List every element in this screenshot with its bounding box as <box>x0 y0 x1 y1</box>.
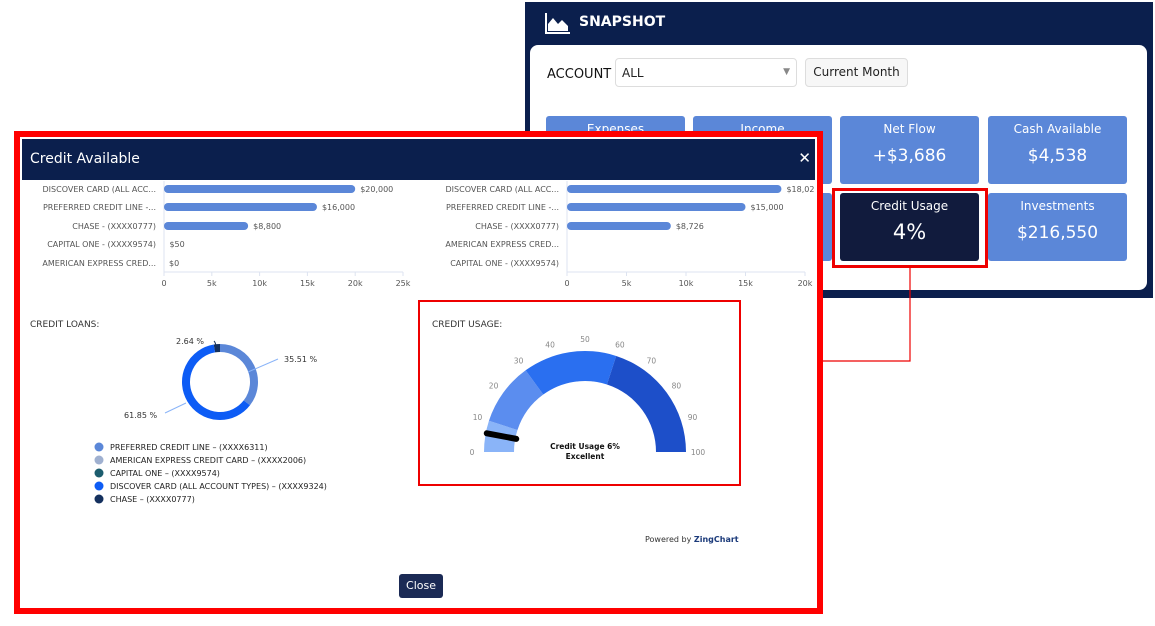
bar-value-label: $8,800 <box>253 222 281 231</box>
legend-marker <box>94 442 104 452</box>
legend-marker <box>94 481 104 491</box>
donut-slice <box>219 344 258 406</box>
x-tick-label: 5k <box>622 279 632 288</box>
bar <box>164 222 249 230</box>
legend-marker <box>94 494 104 504</box>
bar-value-label: $18,02 <box>786 185 814 194</box>
x-tick-label: 0 <box>564 279 569 288</box>
legend-item: AMERICAN EXPRESS CREDIT CARD – (XXXX2006… <box>110 456 306 465</box>
credit-usage-highlight-box <box>418 300 741 486</box>
bar <box>164 185 356 193</box>
credit-limit-bar-chart: DISCOVER CARD (ALL ACC... $20,000 PREFERRE… <box>42 181 411 288</box>
bar <box>567 203 746 211</box>
legend-marker <box>94 455 104 465</box>
x-tick-label: 25k <box>396 279 411 288</box>
bar-category-label: CAPITAL ONE - (XXXX9574) <box>450 259 559 268</box>
bar-category-label: CHASE - (XXXX0777) <box>475 222 559 231</box>
bar <box>567 222 671 230</box>
legend-item: CAPITAL ONE – (XXXX9574) <box>110 469 220 478</box>
credit-loans-title: CREDIT LOANS: <box>30 320 99 330</box>
x-tick-label: 20k <box>798 279 813 288</box>
powered-by[interactable]: Powered by ZingChart <box>645 535 739 544</box>
credit-available-bar-chart: DISCOVER CARD (ALL ACC... $18,02 PREFERRED… <box>445 181 814 288</box>
bar-category-label: AMERICAN EXPRESS CRED... <box>445 240 559 249</box>
bar-category-label: AMERICAN EXPRESS CRED... <box>42 259 156 268</box>
legend-item: PREFERRED CREDIT LINE – (XXXX6311) <box>110 443 268 452</box>
slice-label: 35.51 % <box>284 355 317 364</box>
legend-item: DISCOVER CARD (ALL ACCOUNT TYPES) – (XXX… <box>110 482 327 491</box>
x-tick-label: 5k <box>207 279 217 288</box>
donut-slice <box>182 344 251 420</box>
slice-label: 2.64 % <box>176 337 204 346</box>
bar-category-label: DISCOVER CARD (ALL ACC... <box>446 185 559 194</box>
x-tick-label: 10k <box>252 279 267 288</box>
bar-value-label: $0 <box>169 259 179 268</box>
leader-line <box>164 402 187 414</box>
bar-value-label: $16,000 <box>322 203 355 212</box>
powered-prefix: Powered by <box>645 535 692 544</box>
bar-category-label: PREFERRED CREDIT LINE -... <box>43 203 156 212</box>
bar-value-label: $20,000 <box>360 185 393 194</box>
legend-item: CHASE – (XXXX0777) <box>110 495 195 504</box>
powered-brand: ZingChart <box>693 535 739 544</box>
slice-label: 61.85 % <box>124 411 157 420</box>
x-tick-label: 15k <box>300 279 315 288</box>
bar <box>567 185 782 193</box>
bar-category-label: CAPITAL ONE - (XXXX9574) <box>47 240 156 249</box>
bar <box>164 203 317 211</box>
bar-value-label: $8,726 <box>676 222 704 231</box>
bar-category-label: DISCOVER CARD (ALL ACC... <box>43 185 156 194</box>
bar-category-label: CHASE - (XXXX0777) <box>72 222 156 231</box>
x-tick-label: 0 <box>161 279 166 288</box>
close-button[interactable]: Close <box>399 574 443 598</box>
x-tick-label: 15k <box>738 279 753 288</box>
credit-loans-donut: 2.64 % 35.51 % 61.85 % PREFERRED CREDIT LIN… <box>94 337 327 504</box>
legend-marker <box>94 468 104 478</box>
x-tick-label: 20k <box>348 279 363 288</box>
bar-value-label: $15,000 <box>751 203 784 212</box>
bar-category-label: PREFERRED CREDIT LINE -... <box>446 203 559 212</box>
bar-value-label: $50 <box>169 240 184 249</box>
x-tick-label: 10k <box>679 279 694 288</box>
